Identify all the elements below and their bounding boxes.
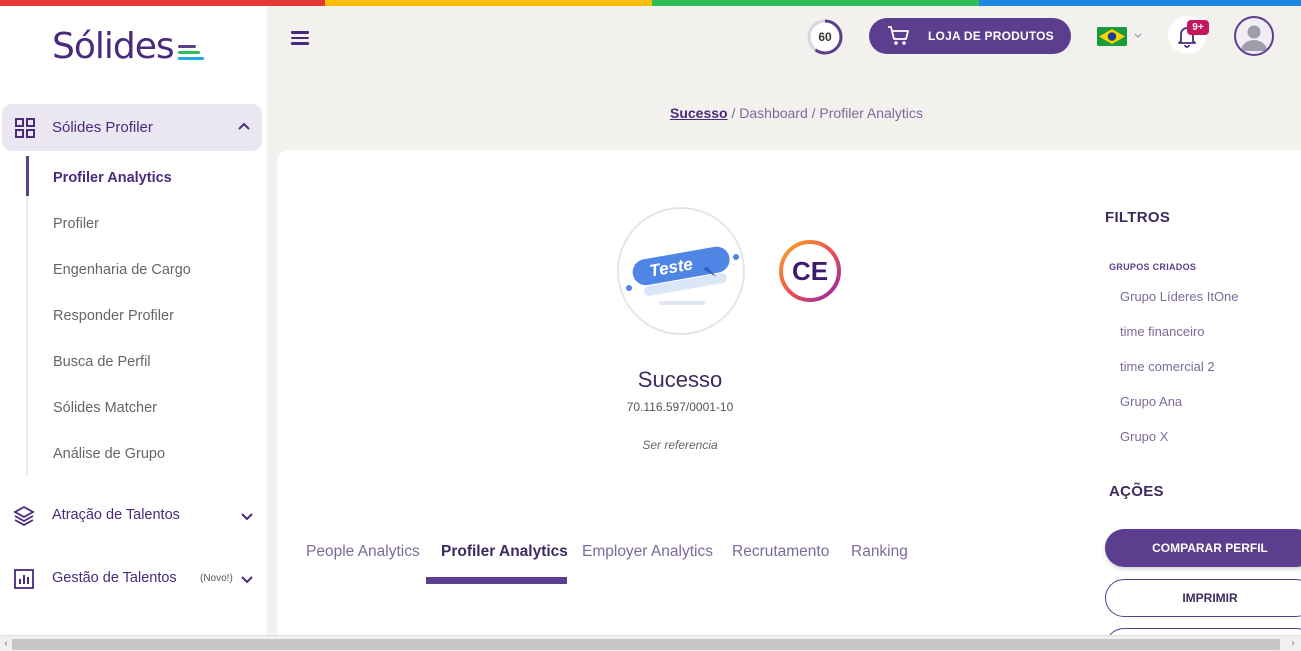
groups-title: GRUPOS CRIADOS: [1109, 262, 1197, 272]
scrollbar-thumb[interactable]: [12, 639, 1280, 650]
active-tab-indicator: [426, 577, 567, 584]
compare-profile-button[interactable]: COMPARAR PERFIL: [1105, 529, 1301, 567]
sidebar-group-solides-profiler[interactable]: Sólides Profiler: [2, 104, 262, 151]
print-button[interactable]: IMPRIMIR: [1105, 579, 1301, 617]
sidebar: Sólides Sólides Profiler Profiler Analyt…: [0, 6, 267, 635]
hamburger-menu-icon[interactable]: [291, 31, 309, 45]
breadcrumb: Sucesso / Dashboard / Profiler Analytics: [670, 105, 923, 121]
tab-profiler-analytics[interactable]: Profiler Analytics: [441, 543, 568, 561]
brazil-flag-icon[interactable]: [1097, 27, 1127, 46]
sidebar-item-profiler[interactable]: Profiler: [53, 216, 99, 232]
tab-people-analytics[interactable]: People Analytics: [306, 543, 420, 561]
tab-employer-analytics[interactable]: Employer Analytics: [582, 543, 713, 561]
user-avatar[interactable]: [1234, 16, 1274, 56]
actions-title: AÇÕES: [1109, 483, 1164, 500]
filters-title: FILTROS: [1105, 209, 1171, 226]
sidebar-item-engenharia-de-cargo[interactable]: Engenharia de Cargo: [53, 262, 191, 278]
sidebar-item-busca-de-perfil[interactable]: Busca de Perfil: [53, 354, 151, 370]
sidebar-item-atracao-de-talentos[interactable]: Atração de Talentos: [0, 496, 267, 536]
chart-icon: [14, 569, 34, 589]
horizontal-scrollbar[interactable]: ‹ ›: [0, 635, 1301, 651]
layers-icon: [13, 505, 35, 527]
group-item[interactable]: Grupo Líderes ItOne: [1120, 289, 1239, 304]
group-item[interactable]: Grupo Ana: [1120, 394, 1182, 409]
chevron-down-icon: [241, 513, 253, 521]
store-button-label: LOJA DE PRODUTOS: [928, 29, 1054, 43]
breadcrumb-link-sucesso[interactable]: Sucesso: [670, 105, 728, 121]
new-badge: (Novo!): [200, 573, 233, 584]
sidebar-item-profiler-analytics[interactable]: Profiler Analytics: [53, 170, 172, 186]
cart-icon: [888, 26, 909, 45]
breadcrumb-rest: / Dashboard / Profiler Analytics: [727, 105, 923, 121]
chevron-down-icon: [241, 576, 253, 584]
company-logo: Teste: [617, 207, 745, 335]
company-name: Sucesso: [637, 367, 723, 392]
sidebar-item-analise-de-grupo[interactable]: Análise de Grupo: [53, 446, 165, 462]
group-item[interactable]: time comercial 2: [1120, 359, 1215, 374]
solides-logo[interactable]: Sólides: [52, 28, 204, 66]
group-item[interactable]: Grupo X: [1120, 429, 1168, 444]
scroll-left-arrow-icon[interactable]: ‹: [1, 637, 11, 651]
logo-bars-icon: [177, 45, 204, 60]
subnav-rail: [26, 156, 28, 476]
store-button[interactable]: LOJA DE PRODUTOS: [869, 18, 1071, 54]
company-cnpj: 70.116.597/0001-10: [626, 400, 734, 414]
sidebar-item-responder-profiler[interactable]: Responder Profiler: [53, 308, 174, 324]
tab-recrutamento[interactable]: Recrutamento: [732, 543, 829, 561]
notifications-badge: 9+: [1187, 20, 1209, 35]
scroll-right-arrow-icon[interactable]: ›: [1288, 637, 1298, 651]
sidebar-item-label: Atração de Talentos: [52, 507, 180, 523]
group-item[interactable]: time financeiro: [1120, 324, 1205, 339]
language-chevron-down-icon[interactable]: [1133, 31, 1143, 41]
sidebar-group-label: Sólides Profiler: [52, 119, 153, 136]
sidebar-item-gestao-de-talentos[interactable]: Gestão de Talentos (Novo!): [0, 559, 267, 599]
user-icon: [1241, 25, 1267, 51]
ce-badge: CE: [791, 256, 829, 286]
company-reference: Ser referencia: [642, 438, 718, 452]
sidebar-item-label: Gestão de Talentos: [52, 570, 177, 586]
sidebar-item-solides-matcher[interactable]: Sólides Matcher: [53, 400, 157, 416]
grid-icon: [15, 118, 35, 138]
logo-text: Sólides: [52, 26, 175, 67]
tab-ranking[interactable]: Ranking: [851, 543, 908, 561]
chevron-up-icon: [238, 122, 250, 130]
score-value: 60: [818, 30, 832, 44]
top-color-stripe: [0, 0, 1301, 6]
subnav-active-indicator: [26, 156, 29, 196]
